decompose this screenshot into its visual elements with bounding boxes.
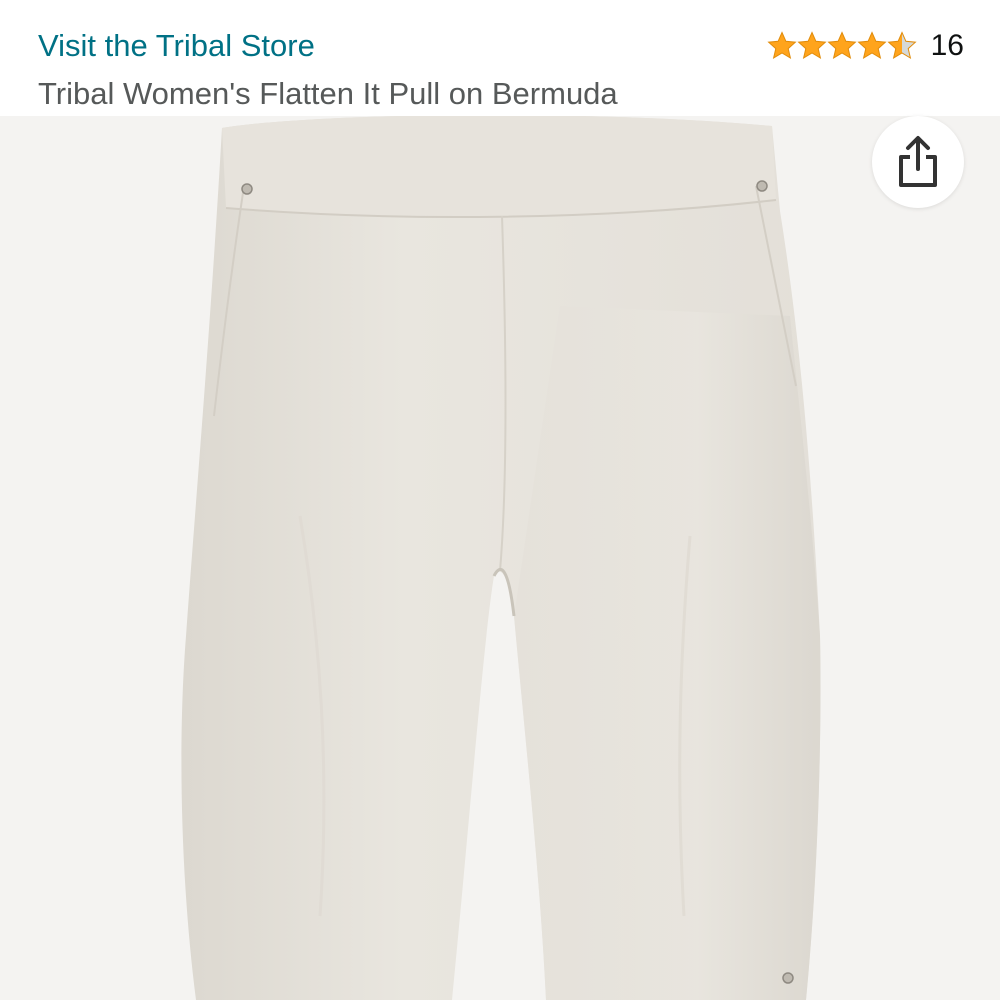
star-icon [857, 31, 887, 60]
product-title: Tribal Women's Flatten It Pull on Bermud… [38, 76, 618, 111]
star-icon [887, 31, 917, 60]
star-icon [767, 31, 797, 60]
product-page: Visit the Tribal Store Tribal Women's Fl… [0, 0, 1000, 1000]
visit-store-link[interactable]: Visit the Tribal Store [38, 26, 315, 66]
product-header: Visit the Tribal Store Tribal Women's Fl… [0, 0, 1000, 116]
star-icon [797, 31, 827, 60]
review-count[interactable]: 16 [931, 26, 964, 66]
product-image[interactable] [0, 116, 1000, 1000]
right-leg-shade [514, 306, 821, 1000]
rating-summary[interactable]: 16 [767, 26, 964, 66]
share-icon [899, 136, 937, 187]
product-image-area[interactable] [0, 116, 1000, 1000]
star-icon [827, 31, 857, 60]
waistband [222, 116, 776, 218]
star-rating [767, 31, 917, 61]
share-button[interactable] [872, 116, 964, 208]
